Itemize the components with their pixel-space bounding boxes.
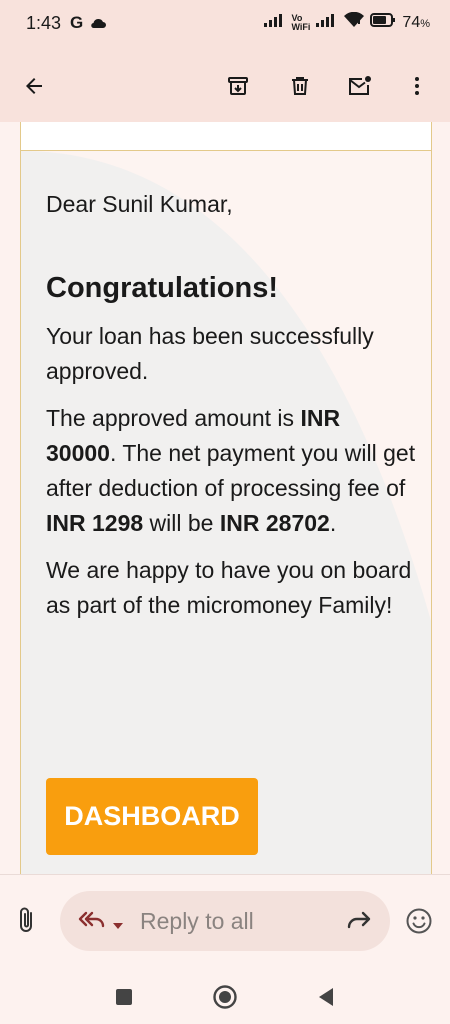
attachment-button[interactable] xyxy=(14,905,42,940)
square-icon xyxy=(116,989,132,1005)
status-time: 1:43 xyxy=(26,13,62,33)
smiley-icon xyxy=(406,908,432,934)
dashboard-button[interactable]: DASHBOARD xyxy=(46,778,258,855)
amount-text: The approved amount is INR 30000. The ne… xyxy=(46,405,416,536)
trash-icon xyxy=(292,77,308,95)
battery-percent: 74% xyxy=(402,13,430,31)
circle-icon xyxy=(213,985,237,1009)
arrow-left-icon xyxy=(26,78,42,94)
mark-unread-button[interactable] xyxy=(340,66,380,106)
welcome-text: We are happy to have you on board as par… xyxy=(46,557,412,618)
back-button[interactable] xyxy=(14,66,54,106)
forward-icon xyxy=(347,911,371,929)
approval-text: Your loan has been successfully approved… xyxy=(46,323,374,384)
system-nav-bar xyxy=(0,970,450,1024)
more-options-button[interactable] xyxy=(397,66,437,106)
email-message: Dear Sunil Kumar, Congratulations! Your … xyxy=(46,191,416,635)
status-bar: 1:43 G Vo WiFi 74% xyxy=(0,0,450,50)
app-toolbar xyxy=(0,50,450,122)
chevron-down-icon[interactable] xyxy=(112,917,124,935)
archive-icon xyxy=(228,77,248,95)
signal-icon xyxy=(263,13,286,32)
status-indicators: Vo WiFi 74% xyxy=(263,11,430,33)
cloud-icon xyxy=(90,16,106,34)
reply-placeholder: Reply to all xyxy=(140,908,254,934)
mail-unread-icon xyxy=(349,76,371,95)
delete-button[interactable] xyxy=(280,66,320,106)
emoji-button[interactable] xyxy=(405,907,433,940)
battery-icon xyxy=(370,13,396,32)
google-icon: G xyxy=(70,13,84,32)
signal-icon-2 xyxy=(316,13,338,32)
reply-input[interactable]: Reply to all xyxy=(60,891,390,951)
paperclip-icon xyxy=(20,907,32,932)
back-nav-button[interactable] xyxy=(311,982,341,1012)
forward-button[interactable] xyxy=(346,909,372,936)
recents-button[interactable] xyxy=(109,982,139,1012)
volte-icon: Vo WiFi xyxy=(291,12,311,32)
archive-button[interactable] xyxy=(218,66,258,106)
more-vert-icon xyxy=(415,77,419,95)
email-content: Dear Sunil Kumar, Congratulations! Your … xyxy=(20,122,432,874)
triangle-left-icon xyxy=(319,988,333,1006)
headline: Congratulations! xyxy=(46,272,278,304)
email-header-strip xyxy=(21,122,431,151)
reply-all-icon[interactable] xyxy=(78,909,106,936)
email-body: Dear Sunil Kumar, Congratulations! Your … xyxy=(21,151,431,874)
home-button[interactable] xyxy=(210,982,240,1012)
wifi-icon xyxy=(344,11,365,33)
reply-bar: Reply to all xyxy=(0,874,450,971)
greeting: Dear Sunil Kumar, xyxy=(46,191,233,217)
